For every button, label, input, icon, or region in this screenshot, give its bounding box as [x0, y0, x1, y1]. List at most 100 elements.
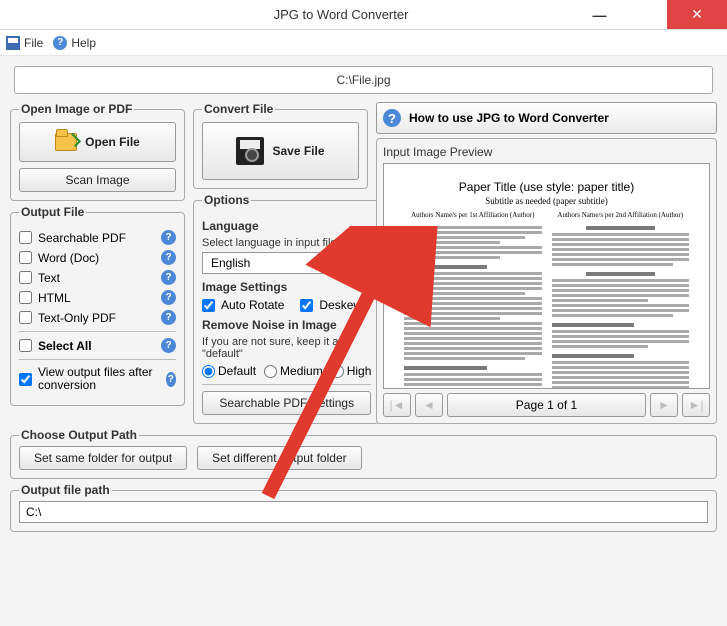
output-path-legend: Output file path [19, 483, 112, 497]
view-after-label: View output files after conversion [38, 366, 160, 392]
output-textonly-pdf-label: Text-Only PDF [38, 311, 116, 325]
choose-output-path-group: Choose Output Path Set same folder for o… [10, 428, 717, 479]
view-after-checkbox[interactable] [19, 373, 32, 386]
auto-rotate-label: Auto Rotate [221, 298, 284, 312]
save-floppy-icon [236, 137, 264, 165]
noise-high[interactable]: High [331, 364, 372, 378]
options-group: Options Language Select language in inpu… [193, 193, 380, 424]
output-path-input[interactable] [19, 501, 708, 523]
output-searchable-pdf-checkbox[interactable] [19, 231, 32, 244]
set-different-folder-button[interactable]: Set different output folder [197, 446, 362, 470]
help-icon[interactable]: ? [161, 290, 176, 305]
preview-group: Input Image Preview Paper Title (use sty… [376, 138, 717, 424]
page-first-button[interactable]: |◄ [383, 393, 411, 417]
window-close-button[interactable]: ✕ [667, 0, 727, 29]
noise-hint: If you are not sure, keep it as "default… [202, 336, 371, 360]
how-to-use-button[interactable]: ? How to use JPG to Word Converter [376, 102, 717, 134]
separator [202, 384, 371, 385]
output-select-all[interactable]: Select All ? [19, 338, 176, 353]
convert-file-legend: Convert File [202, 102, 275, 116]
output-file-group: Output File Searchable PDF ? Word (Doc) … [10, 205, 185, 406]
save-file-label: Save File [272, 144, 324, 158]
menu-bar: File ? Help [0, 30, 727, 56]
window-minimize-button[interactable]: — [577, 0, 622, 29]
current-file-path: C:\File.jpg [14, 66, 713, 94]
noise-default[interactable]: Default [202, 364, 256, 378]
output-option-html[interactable]: HTML ? [19, 290, 176, 305]
page-indicator: Page 1 of 1 [447, 393, 646, 417]
help-icon: ? [53, 36, 67, 50]
help-icon: ? [383, 109, 401, 127]
menu-file-label: File [24, 36, 43, 50]
doc-title: Paper Title (use style: paper title) [404, 180, 689, 196]
help-icon[interactable]: ? [161, 250, 176, 265]
searchable-pdf-settings-button[interactable]: Searchable PDF Settings [202, 391, 371, 415]
language-heading: Language [202, 219, 371, 233]
menu-help[interactable]: ? Help [53, 36, 96, 50]
open-file-button[interactable]: Open File [19, 122, 176, 162]
title-bar: JPG to Word Converter — ✕ [0, 0, 727, 30]
open-file-label: Open File [85, 135, 140, 149]
folder-open-icon [55, 133, 77, 151]
scan-image-button[interactable]: Scan Image [19, 168, 176, 192]
doc-subtitle: Subtitle as needed (paper subtitle) [404, 196, 689, 206]
open-image-legend: Open Image or PDF [19, 102, 134, 116]
help-icon[interactable]: ? [161, 310, 176, 325]
client-area: C:\File.jpg Open Image or PDF Open File … [0, 56, 727, 626]
select-all-checkbox[interactable] [19, 339, 32, 352]
window-maximize-button[interactable] [622, 0, 667, 29]
output-option-text[interactable]: Text ? [19, 270, 176, 285]
output-word-checkbox[interactable] [19, 251, 32, 264]
help-icon[interactable]: ? [166, 372, 176, 387]
help-icon[interactable]: ? [353, 256, 368, 271]
options-legend: Options [202, 193, 251, 207]
set-same-folder-button[interactable]: Set same folder for output [19, 446, 187, 470]
pager: |◄ ◄ Page 1 of 1 ► ►| [383, 393, 710, 417]
searchable-pdf-settings-label: Searchable PDF Settings [219, 396, 354, 410]
menu-help-label: Help [71, 36, 96, 50]
preview-viewport[interactable]: Paper Title (use style: paper title) Sub… [383, 163, 710, 389]
help-icon[interactable]: ? [161, 270, 176, 285]
auto-rotate-checkbox[interactable] [202, 299, 215, 312]
output-searchable-pdf-label: Searchable PDF [38, 231, 126, 245]
help-icon[interactable]: ? [161, 338, 176, 353]
output-file-legend: Output File [19, 205, 86, 219]
output-text-checkbox[interactable] [19, 271, 32, 284]
separator [19, 331, 176, 332]
image-settings-heading: Image Settings [202, 280, 371, 294]
separator [19, 359, 176, 360]
choose-output-path-legend: Choose Output Path [19, 428, 139, 442]
output-textonly-pdf-checkbox[interactable] [19, 311, 32, 324]
auto-rotate-row[interactable]: Auto Rotate [202, 298, 284, 312]
output-html-checkbox[interactable] [19, 291, 32, 304]
noise-heading: Remove Noise in Image [202, 318, 371, 332]
doc-author-b: Authors Name/s per 2nd Affiliation (Auth… [552, 212, 690, 220]
output-text-label: Text [38, 271, 60, 285]
language-select[interactable]: English [202, 252, 347, 274]
preview-document: Paper Title (use style: paper title) Sub… [390, 170, 703, 382]
scan-image-label: Scan Image [65, 173, 129, 187]
help-icon[interactable]: ? [161, 230, 176, 245]
view-after-row[interactable]: View output files after conversion ? [19, 366, 176, 392]
how-to-use-label: How to use JPG to Word Converter [409, 111, 609, 125]
language-hint: Select language in input file [202, 237, 371, 249]
output-option-searchable-pdf[interactable]: Searchable PDF ? [19, 230, 176, 245]
noise-medium[interactable]: Medium [264, 364, 323, 378]
floppy-icon [6, 36, 20, 50]
deskew-checkbox[interactable] [300, 299, 313, 312]
menu-file[interactable]: File [6, 36, 43, 50]
deskew-label: Deskew [319, 298, 362, 312]
deskew-row[interactable]: Deskew [300, 298, 362, 312]
save-file-button[interactable]: Save File [202, 122, 359, 180]
window-title: JPG to Word Converter [105, 7, 577, 22]
output-html-label: HTML [38, 291, 71, 305]
output-path-group: Output file path [10, 483, 717, 532]
page-next-button[interactable]: ► [650, 393, 678, 417]
page-prev-button[interactable]: ◄ [415, 393, 443, 417]
convert-file-group: Convert File Save File [193, 102, 368, 189]
doc-author-a: Authors Name/s per 1st Affiliation (Auth… [404, 212, 542, 220]
output-word-label: Word (Doc) [38, 251, 99, 265]
output-option-word[interactable]: Word (Doc) ? [19, 250, 176, 265]
output-option-textonly-pdf[interactable]: Text-Only PDF ? [19, 310, 176, 325]
page-last-button[interactable]: ►| [682, 393, 710, 417]
